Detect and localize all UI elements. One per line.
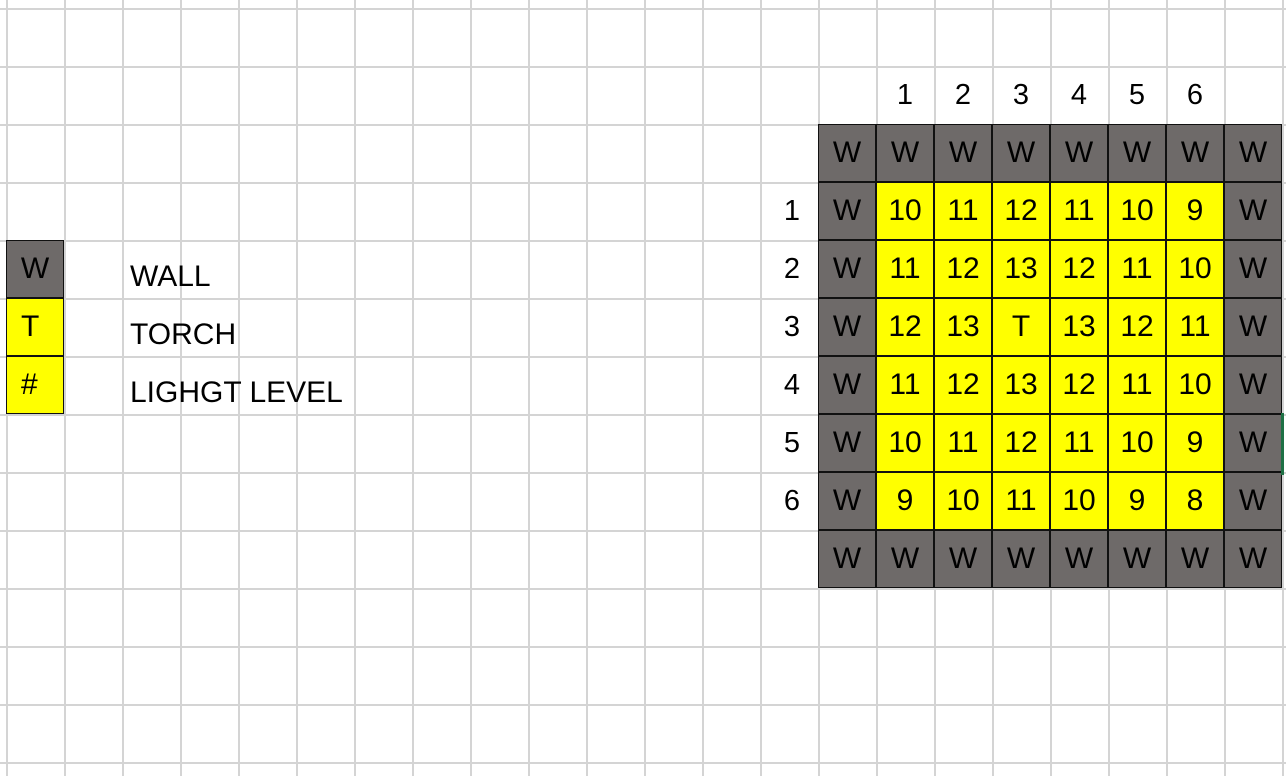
wall-cell[interactable]: W bbox=[818, 182, 876, 240]
light-level-cell[interactable]: 11 bbox=[1108, 240, 1166, 298]
light-level-cell[interactable]: 10 bbox=[1050, 472, 1108, 530]
light-level-cell[interactable]: 10 bbox=[1166, 356, 1224, 414]
light-level-cell[interactable]: 11 bbox=[876, 356, 934, 414]
light-level-cell[interactable]: 13 bbox=[992, 240, 1050, 298]
wall-cell[interactable]: W bbox=[1166, 124, 1224, 182]
column-header[interactable]: 5 bbox=[1108, 72, 1166, 118]
row-header[interactable]: 6 bbox=[758, 472, 816, 530]
light-level-cell[interactable]: 9 bbox=[1166, 182, 1224, 240]
legend-wall-swatch[interactable]: W bbox=[6, 240, 64, 298]
light-level-cell[interactable]: 13 bbox=[934, 298, 992, 356]
wall-cell[interactable]: W bbox=[1108, 530, 1166, 588]
light-level-cell[interactable]: 10 bbox=[934, 472, 992, 530]
wall-cell[interactable]: W bbox=[1224, 298, 1282, 356]
legend-torch-swatch[interactable]: T bbox=[6, 298, 64, 356]
wall-cell[interactable]: W bbox=[1224, 472, 1282, 530]
light-level-cell[interactable]: 9 bbox=[1166, 414, 1224, 472]
light-level-cell[interactable]: 12 bbox=[876, 298, 934, 356]
legend-wall-label[interactable]: WALL bbox=[130, 248, 211, 306]
row-header[interactable]: 2 bbox=[758, 240, 816, 298]
light-level-cell[interactable]: 8 bbox=[1166, 472, 1224, 530]
light-level-cell[interactable]: 11 bbox=[1166, 298, 1224, 356]
wall-cell[interactable]: W bbox=[818, 124, 876, 182]
light-level-cell[interactable]: 12 bbox=[992, 182, 1050, 240]
wall-cell[interactable]: W bbox=[818, 472, 876, 530]
light-level-cell[interactable]: 12 bbox=[934, 356, 992, 414]
column-header[interactable]: 1 bbox=[876, 72, 934, 118]
light-level-cell[interactable]: 9 bbox=[1108, 472, 1166, 530]
light-level-cell[interactable]: 13 bbox=[1050, 298, 1108, 356]
torch-cell[interactable]: T bbox=[992, 298, 1050, 356]
wall-cell[interactable]: W bbox=[1166, 530, 1224, 588]
wall-cell[interactable]: W bbox=[818, 298, 876, 356]
light-level-cell[interactable]: 11 bbox=[1108, 356, 1166, 414]
row-header[interactable]: 1 bbox=[758, 182, 816, 240]
wall-cell[interactable]: W bbox=[1050, 530, 1108, 588]
wall-cell[interactable]: W bbox=[1224, 414, 1282, 472]
wall-cell[interactable]: W bbox=[818, 414, 876, 472]
row-header[interactable]: 5 bbox=[758, 414, 816, 472]
light-level-cell[interactable]: 12 bbox=[992, 414, 1050, 472]
light-level-cell[interactable]: 10 bbox=[1166, 240, 1224, 298]
light-level-cell[interactable]: 10 bbox=[1108, 414, 1166, 472]
light-level-cell[interactable]: 10 bbox=[876, 182, 934, 240]
light-level-cell[interactable]: 12 bbox=[1050, 240, 1108, 298]
wall-cell[interactable]: W bbox=[934, 124, 992, 182]
wall-cell[interactable]: W bbox=[1224, 124, 1282, 182]
light-level-cell[interactable]: 10 bbox=[1108, 182, 1166, 240]
wall-cell[interactable]: W bbox=[876, 124, 934, 182]
wall-cell[interactable]: W bbox=[992, 530, 1050, 588]
wall-cell[interactable]: W bbox=[1224, 240, 1282, 298]
column-header[interactable]: 6 bbox=[1166, 72, 1224, 118]
light-level-cell[interactable]: 13 bbox=[992, 356, 1050, 414]
wall-cell[interactable]: W bbox=[1224, 182, 1282, 240]
light-level-cell[interactable]: 11 bbox=[876, 240, 934, 298]
wall-cell[interactable]: W bbox=[992, 124, 1050, 182]
light-level-cell[interactable]: 11 bbox=[992, 472, 1050, 530]
wall-cell[interactable]: W bbox=[1050, 124, 1108, 182]
wall-cell[interactable]: W bbox=[818, 240, 876, 298]
wall-cell[interactable]: W bbox=[934, 530, 992, 588]
light-level-cell[interactable]: 12 bbox=[934, 240, 992, 298]
light-level-cell[interactable]: 9 bbox=[876, 472, 934, 530]
legend-light-level-swatch[interactable]: # bbox=[6, 356, 64, 414]
wall-cell[interactable]: W bbox=[1224, 356, 1282, 414]
wall-cell[interactable]: W bbox=[1224, 530, 1282, 588]
wall-cell[interactable]: W bbox=[818, 356, 876, 414]
wall-cell[interactable]: W bbox=[818, 530, 876, 588]
wall-cell[interactable]: W bbox=[876, 530, 934, 588]
light-level-cell[interactable]: 11 bbox=[934, 182, 992, 240]
legend-torch-label[interactable]: TORCH bbox=[130, 306, 236, 364]
light-level-cell[interactable]: 11 bbox=[1050, 414, 1108, 472]
wall-cell[interactable]: W bbox=[1108, 124, 1166, 182]
column-header[interactable]: 4 bbox=[1050, 72, 1108, 118]
row-header[interactable]: 4 bbox=[758, 356, 816, 414]
light-level-cell[interactable]: 12 bbox=[1050, 356, 1108, 414]
column-header[interactable]: 3 bbox=[992, 72, 1050, 118]
light-level-cell[interactable]: 10 bbox=[876, 414, 934, 472]
light-level-cell[interactable]: 11 bbox=[934, 414, 992, 472]
selection-edge-marker bbox=[1281, 413, 1284, 475]
legend-light-level-label[interactable]: LIGHGT LEVEL bbox=[130, 364, 343, 422]
light-level-cell[interactable]: 11 bbox=[1050, 182, 1108, 240]
light-level-cell[interactable]: 12 bbox=[1108, 298, 1166, 356]
row-header[interactable]: 3 bbox=[758, 298, 816, 356]
column-header[interactable]: 2 bbox=[934, 72, 992, 118]
